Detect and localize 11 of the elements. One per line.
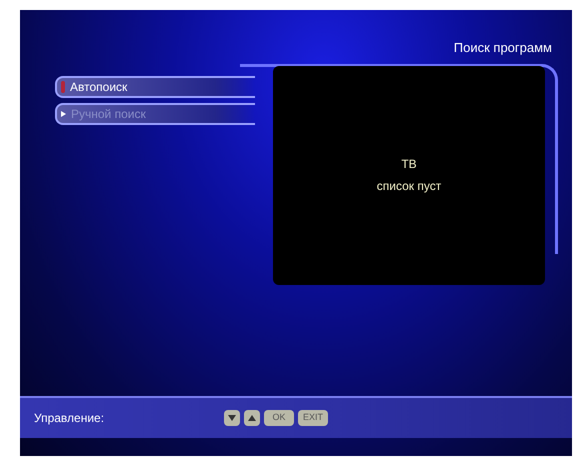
menu-item[interactable]: Автопоиск [55, 76, 255, 98]
control-label: Управление: [34, 410, 106, 427]
empty-list-message: список пуст [376, 178, 442, 195]
down-arrow-key-icon [224, 410, 240, 426]
screen-title: Поиск программ [454, 40, 552, 55]
remote-key: EXIT [298, 410, 328, 426]
remote-key: OK [264, 410, 294, 426]
selection-marker-icon [61, 80, 65, 92]
arrow-icon [61, 110, 66, 116]
up-arrow-key-icon [244, 410, 260, 426]
channel-type-label: ТВ [401, 156, 417, 173]
